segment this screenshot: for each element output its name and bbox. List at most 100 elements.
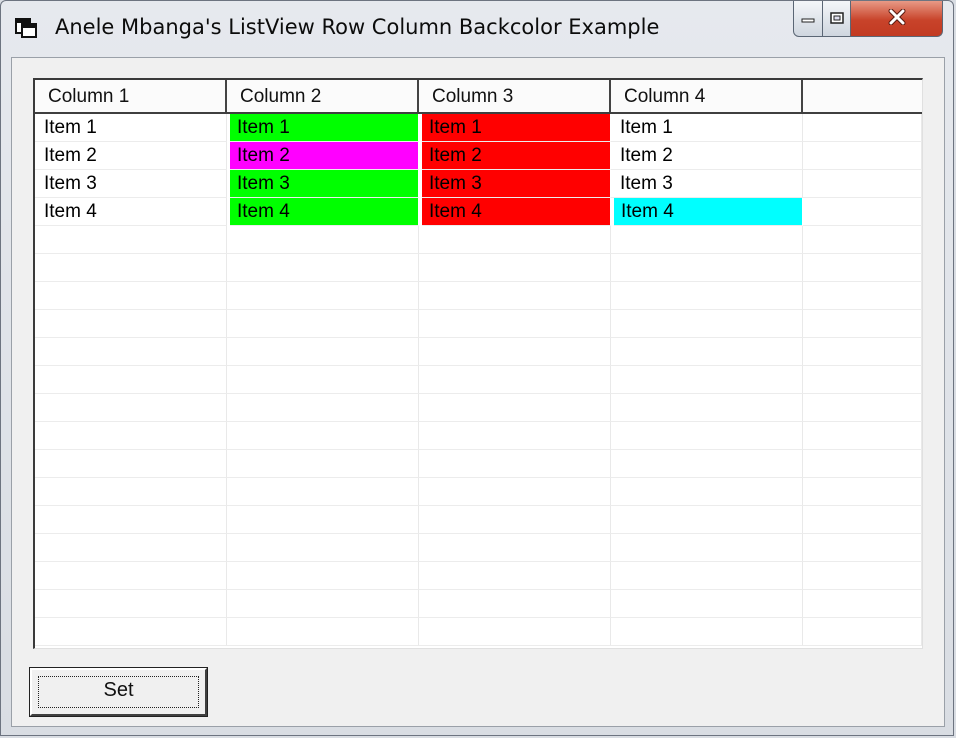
empty-cell: [227, 254, 419, 282]
filler-cell: [803, 394, 922, 422]
column-header-3[interactable]: Column 3: [419, 80, 611, 112]
table-row[interactable]: Item 1 Item 1 Item 1 Item 1: [35, 114, 922, 142]
empty-cell: [611, 422, 803, 450]
empty-cell: [227, 310, 419, 338]
filler-cell: [803, 282, 922, 310]
filler-cell: [803, 478, 922, 506]
column-header-filler: [803, 80, 922, 112]
table-row[interactable]: Item 4 Item 4 Item 4 Item 4: [35, 198, 922, 226]
client-area: Column 1 Column 2 Column 3 Column 4 Item 1I…: [11, 57, 945, 727]
table-cell: Item 2: [230, 142, 419, 170]
close-button[interactable]: [851, 1, 943, 37]
empty-cell: [35, 478, 227, 506]
empty-cell: [419, 366, 611, 394]
window-icon[interactable]: [15, 18, 37, 38]
empty-cell: [227, 562, 419, 590]
empty-cell: [35, 282, 227, 310]
filler-cell: [803, 226, 922, 254]
empty-cell: [227, 394, 419, 422]
empty-row: [35, 562, 922, 590]
filler-cell: [803, 310, 922, 338]
empty-cell: [611, 366, 803, 394]
set-button[interactable]: Set: [29, 667, 208, 717]
column-header-2[interactable]: Column 2: [227, 80, 419, 112]
empty-cell: [35, 562, 227, 590]
empty-row: [35, 366, 922, 394]
empty-cell: [611, 534, 803, 562]
empty-cell: [35, 422, 227, 450]
empty-row: [35, 618, 922, 646]
empty-cell: [611, 590, 803, 618]
table-row[interactable]: Item 3 Item 3 Item 3 Item 3: [35, 170, 922, 198]
table-cell: Item 4: [422, 198, 611, 226]
empty-cell: [611, 562, 803, 590]
table-cell: Item 3: [35, 170, 227, 198]
empty-cell: [227, 478, 419, 506]
table-cell: Item 4: [230, 198, 419, 226]
empty-cell: [611, 506, 803, 534]
table-cell: Item 4: [35, 198, 227, 226]
minimize-button[interactable]: [793, 1, 823, 37]
empty-cell: [611, 478, 803, 506]
table-cell: Item 1: [422, 114, 611, 142]
filler-cell: [803, 590, 922, 618]
empty-cell: [611, 450, 803, 478]
empty-cell: [419, 562, 611, 590]
minimize-icon: [801, 9, 815, 28]
empty-cell: [35, 394, 227, 422]
empty-cell: [227, 366, 419, 394]
caption-buttons: [793, 1, 943, 39]
filler-cell: [803, 562, 922, 590]
empty-cell: [227, 226, 419, 254]
empty-cell: [611, 618, 803, 646]
list-rows: Item 1 Item 1 Item 1 Item 1 Item 2 Item 2 Item…: [35, 114, 922, 646]
empty-row: [35, 478, 922, 506]
empty-cell: [227, 338, 419, 366]
filler-cell: [803, 618, 922, 646]
filler-cell: [803, 254, 922, 282]
table-cell: Item 4: [614, 198, 803, 226]
filler-cell: [803, 170, 922, 198]
empty-cell: [227, 618, 419, 646]
app-window: Anele Mbanga's ListView Row Column Backc…: [0, 0, 954, 736]
table-cell: Item 1: [35, 114, 227, 142]
empty-cell: [35, 590, 227, 618]
filler-cell: [803, 422, 922, 450]
empty-cell: [35, 254, 227, 282]
list-view[interactable]: Column 1 Column 2 Column 3 Column 4 Item 1I…: [33, 78, 923, 649]
empty-cell: [35, 450, 227, 478]
filler-cell: [803, 114, 922, 142]
empty-cell: [35, 506, 227, 534]
empty-cell: [611, 394, 803, 422]
empty-cell: [419, 254, 611, 282]
empty-cell: [419, 534, 611, 562]
empty-row: [35, 282, 922, 310]
empty-row: [35, 226, 922, 254]
filler-cell: [803, 366, 922, 394]
empty-cell: [35, 366, 227, 394]
maximize-button[interactable]: [823, 1, 851, 37]
empty-cell: [419, 450, 611, 478]
empty-cell: [35, 226, 227, 254]
empty-row: [35, 590, 922, 618]
table-cell: Item 1: [230, 114, 419, 142]
empty-cell: [227, 590, 419, 618]
column-header-1[interactable]: Column 1: [35, 80, 227, 112]
empty-cell: [419, 226, 611, 254]
empty-cell: [611, 310, 803, 338]
empty-cell: [419, 618, 611, 646]
filler-cell: [803, 506, 922, 534]
maximize-icon: [829, 9, 844, 28]
filler-cell: [803, 198, 922, 226]
empty-row: [35, 506, 922, 534]
empty-cell: [419, 422, 611, 450]
table-cell: Item 3: [230, 170, 419, 198]
empty-cell: [419, 394, 611, 422]
table-row[interactable]: Item 2 Item 2 Item 2 Item 2: [35, 142, 922, 170]
column-header-4[interactable]: Column 4: [611, 80, 803, 112]
set-button-label: Set: [103, 679, 134, 701]
table-cell: Item 1: [611, 114, 803, 142]
title-bar[interactable]: Anele Mbanga's ListView Row Column Backc…: [1, 1, 953, 53]
list-header: Column 1 Column 2 Column 3 Column 4: [35, 80, 922, 114]
empty-cell: [419, 338, 611, 366]
